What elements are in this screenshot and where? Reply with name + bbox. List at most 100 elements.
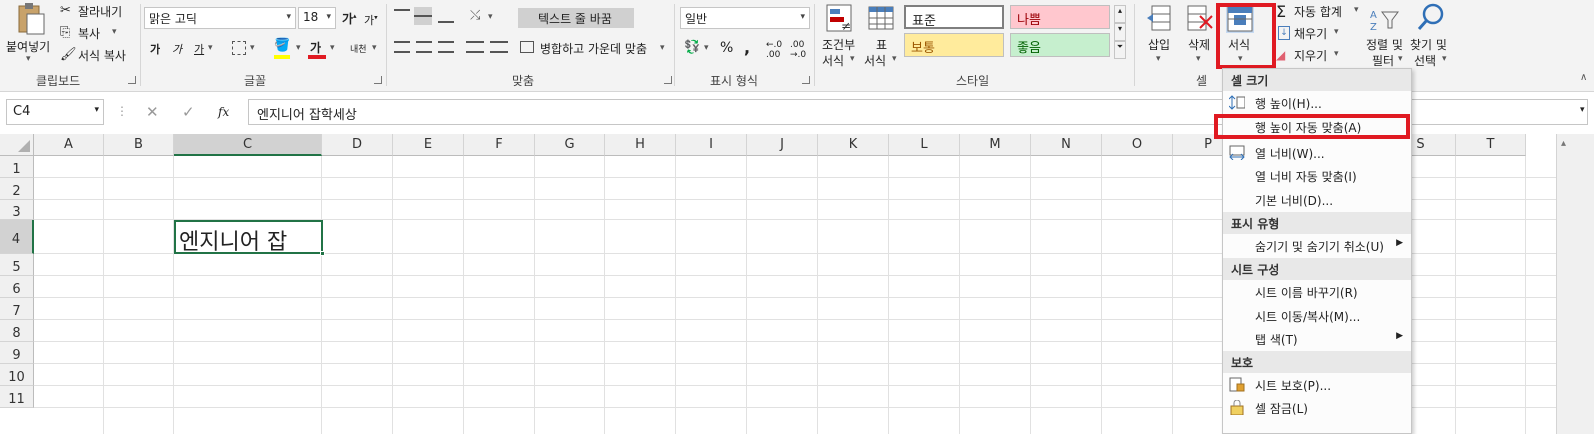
expand-formula-icon[interactable]: ▾ bbox=[1580, 105, 1585, 115]
column-header-d[interactable]: D bbox=[322, 134, 393, 156]
style-bad[interactable]: 나쁨 bbox=[1010, 5, 1110, 29]
format-painter-icon[interactable]: 🖌 bbox=[60, 47, 77, 62]
align-center-icon[interactable] bbox=[416, 41, 432, 53]
delete-cells-button[interactable]: 삭제 bbox=[1188, 36, 1210, 53]
copy-icon[interactable]: ⎘ bbox=[60, 25, 70, 40]
copy-button[interactable]: 복사 bbox=[78, 25, 100, 42]
table-format-label-2[interactable]: 서식 bbox=[864, 52, 886, 69]
collapse-ribbon-icon[interactable]: ∧ bbox=[1580, 72, 1587, 83]
border-icon[interactable] bbox=[232, 41, 246, 55]
insert-cells-button[interactable]: 삽입 bbox=[1148, 36, 1170, 53]
menu-move-copy-sheet[interactable]: 시트 이동/복사(M)... bbox=[1223, 305, 1411, 327]
decrease-decimal-button[interactable]: .00 →.0 bbox=[790, 40, 806, 60]
align-right-icon[interactable] bbox=[438, 41, 454, 53]
insert-function-button[interactable]: fx bbox=[218, 105, 229, 119]
vertical-scrollbar[interactable]: ▴ bbox=[1556, 134, 1594, 434]
font-size-combo[interactable]: 18 ▾ bbox=[298, 7, 336, 29]
format-painter-button[interactable]: 서식 복사 bbox=[78, 47, 126, 64]
row-header-11[interactable]: 11 bbox=[0, 386, 34, 408]
increase-indent-icon[interactable] bbox=[490, 41, 508, 53]
conditional-format-label-1[interactable]: 조건부 bbox=[822, 36, 855, 53]
row-header-1[interactable]: 1 bbox=[0, 156, 34, 178]
column-header-f[interactable]: F bbox=[464, 134, 535, 156]
column-header-b[interactable]: B bbox=[104, 134, 174, 156]
phonetic-button[interactable]: 내천 bbox=[350, 42, 367, 55]
row-header-7[interactable]: 7 bbox=[0, 298, 34, 320]
row-header-5[interactable]: 5 bbox=[0, 254, 34, 276]
fill-button[interactable]: 채우기 bbox=[1294, 25, 1327, 42]
scroll-up-icon[interactable]: ▴ bbox=[1561, 138, 1566, 149]
accounting-dropdown-arrow[interactable]: ▾ bbox=[704, 43, 709, 53]
style-good[interactable]: 좋음 bbox=[1010, 33, 1110, 57]
paste-button[interactable]: 붙여넣기 bbox=[6, 38, 50, 55]
column-header-o[interactable]: O bbox=[1102, 134, 1173, 156]
accounting-format-icon[interactable]: 💱 bbox=[684, 40, 700, 55]
menu-hide-unhide[interactable]: 숨기기 및 숨기기 취소(U) ▶ bbox=[1223, 235, 1411, 257]
column-header-h[interactable]: H bbox=[605, 134, 676, 156]
find-select-icon[interactable] bbox=[1416, 2, 1446, 32]
fill-dropdown-arrow[interactable]: ▾ bbox=[1334, 27, 1339, 37]
menu-tab-color[interactable]: 탭 색(T) ▶ bbox=[1223, 328, 1411, 350]
conditional-format-label-2[interactable]: 서식 bbox=[822, 52, 844, 69]
increase-font-button[interactable]: 가▴ bbox=[342, 10, 357, 27]
align-middle-icon[interactable] bbox=[414, 7, 432, 25]
fill-handle[interactable] bbox=[320, 251, 325, 256]
table-format-icon[interactable] bbox=[868, 4, 896, 34]
select-all-corner[interactable] bbox=[0, 134, 34, 156]
orientation-icon[interactable]: ⤯ bbox=[470, 8, 480, 23]
menu-row-height[interactable]: 행 높이(H)... bbox=[1223, 92, 1411, 114]
bold-button[interactable]: 가 bbox=[150, 41, 160, 57]
percent-button[interactable]: % bbox=[720, 40, 733, 56]
find-select-label-2[interactable]: 선택 bbox=[1414, 52, 1436, 69]
more-options-icon[interactable]: ⋮ bbox=[116, 104, 128, 118]
decrease-font-button[interactable]: 가▾ bbox=[364, 12, 378, 28]
sort-filter-label-2[interactable]: 필터 bbox=[1372, 52, 1394, 69]
column-header-c[interactable]: C bbox=[174, 134, 322, 156]
autosum-icon[interactable]: Σ bbox=[1276, 2, 1286, 21]
autosum-dropdown-arrow[interactable]: ▾ bbox=[1354, 5, 1359, 15]
insert-dropdown-arrow[interactable]: ▾ bbox=[1156, 54, 1161, 64]
menu-column-width[interactable]: 열 너비(W)... bbox=[1223, 142, 1411, 164]
column-header-e[interactable]: E bbox=[393, 134, 464, 156]
row-header-3[interactable]: 3 bbox=[0, 200, 34, 220]
name-box[interactable]: C4 ▾ bbox=[6, 99, 104, 125]
column-header-t[interactable]: T bbox=[1456, 134, 1526, 156]
table-format-dropdown-arrow[interactable]: ▾ bbox=[892, 54, 897, 64]
conditional-format-dropdown-arrow[interactable]: ▾ bbox=[850, 54, 855, 64]
find-select-label-1[interactable]: 찾기 및 bbox=[1410, 36, 1447, 53]
style-normal[interactable]: 표준 bbox=[904, 5, 1004, 29]
column-header-m[interactable]: M bbox=[960, 134, 1031, 156]
font-color-dropdown-arrow[interactable]: ▾ bbox=[330, 43, 335, 53]
phonetic-dropdown-arrow[interactable]: ▾ bbox=[372, 43, 377, 53]
column-header-k[interactable]: K bbox=[818, 134, 889, 156]
align-left-icon[interactable] bbox=[394, 41, 410, 53]
styles-scroll-down-icon[interactable]: ▾ bbox=[1114, 23, 1126, 41]
underline-button[interactable]: 가 bbox=[194, 41, 204, 57]
orientation-dropdown-arrow[interactable]: ▾ bbox=[488, 12, 493, 22]
cut-button[interactable]: 잘라내기 bbox=[78, 3, 122, 20]
clear-dropdown-arrow[interactable]: ▾ bbox=[1334, 49, 1339, 59]
styles-scroll-up-icon[interactable]: ▴ bbox=[1114, 5, 1126, 23]
conditional-format-icon[interactable]: ≠ bbox=[826, 4, 854, 34]
column-header-g[interactable]: G bbox=[535, 134, 605, 156]
row-header-8[interactable]: 8 bbox=[0, 320, 34, 342]
confirm-entry-icon[interactable]: ✓ bbox=[182, 103, 195, 121]
find-select-dropdown-arrow[interactable]: ▾ bbox=[1442, 54, 1447, 64]
merge-dropdown-arrow[interactable]: ▾ bbox=[660, 43, 665, 53]
menu-protect-sheet[interactable]: 시트 보호(P)... bbox=[1223, 374, 1411, 396]
fill-color-dropdown-arrow[interactable]: ▾ bbox=[296, 43, 301, 53]
sort-filter-label-1[interactable]: 정렬 및 bbox=[1366, 36, 1403, 53]
number-format-combo[interactable]: 일반 ▾ bbox=[680, 7, 810, 29]
paste-dropdown-arrow[interactable]: ▾ bbox=[26, 54, 31, 64]
insert-cells-icon[interactable] bbox=[1146, 4, 1174, 34]
row-header-9[interactable]: 9 bbox=[0, 342, 34, 364]
fill-icon[interactable]: ↓ bbox=[1278, 26, 1290, 40]
merge-icon[interactable] bbox=[520, 41, 534, 53]
column-header-l[interactable]: L bbox=[889, 134, 960, 156]
menu-autofit-column-width[interactable]: 열 너비 자동 맞춤(I) bbox=[1223, 165, 1411, 187]
column-header-i[interactable]: I bbox=[676, 134, 747, 156]
column-header-a[interactable]: A bbox=[34, 134, 104, 156]
row-header-10[interactable]: 10 bbox=[0, 364, 34, 386]
column-header-n[interactable]: N bbox=[1031, 134, 1102, 156]
cancel-entry-icon[interactable]: ✕ bbox=[146, 103, 159, 121]
